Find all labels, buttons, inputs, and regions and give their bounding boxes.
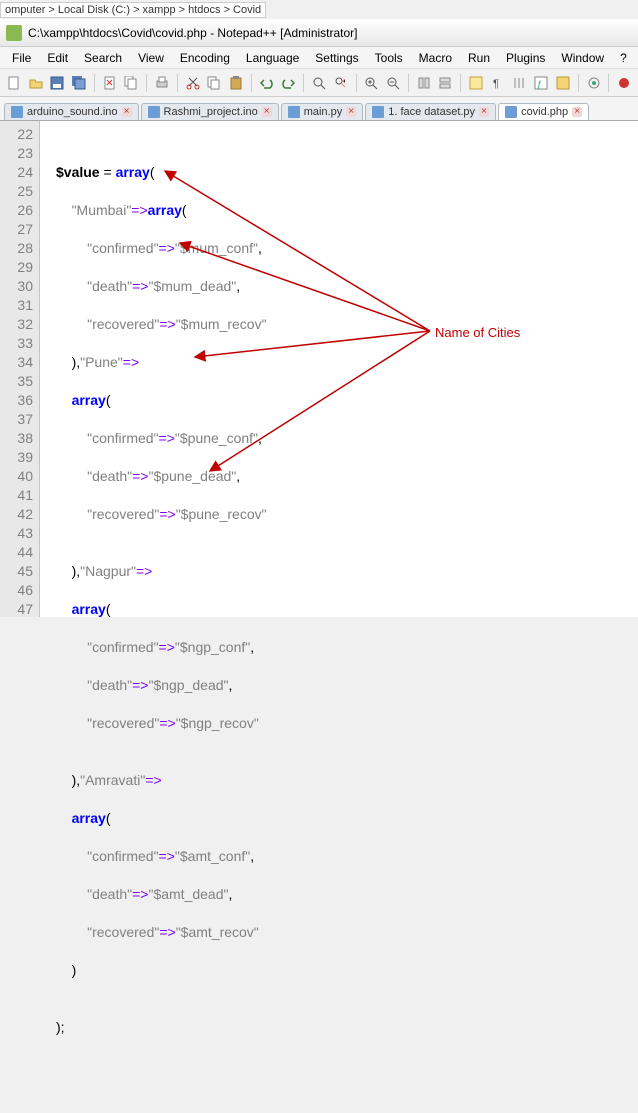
tab-face-dataset[interactable]: 1. face dataset.py × — [365, 103, 496, 120]
redo-icon[interactable] — [279, 73, 299, 93]
menu-view[interactable]: View — [130, 49, 172, 67]
tab-arduino-sound[interactable]: arduino_sound.ino × — [4, 103, 139, 120]
close-icon[interactable] — [100, 73, 120, 93]
print-icon[interactable] — [152, 73, 172, 93]
tab-rashmi-project[interactable]: Rashmi_project.ino × — [141, 103, 279, 120]
menu-window[interactable]: Window — [553, 49, 612, 67]
code-content[interactable]: $value = array( "Mumbai"=>array( "confir… — [40, 121, 638, 617]
tab-label: main.py — [304, 106, 343, 118]
replace-icon[interactable] — [331, 73, 351, 93]
close-all-icon[interactable] — [121, 73, 141, 93]
menu-edit[interactable]: Edit — [39, 49, 76, 67]
paste-icon[interactable] — [226, 73, 246, 93]
open-file-icon[interactable] — [26, 73, 46, 93]
new-file-icon[interactable] — [4, 73, 24, 93]
wordwrap-icon[interactable] — [466, 73, 486, 93]
tab-label: Rashmi_project.ino — [164, 106, 258, 118]
zoom-in-icon[interactable] — [362, 73, 382, 93]
tab-covid-php[interactable]: covid.php × — [498, 103, 589, 120]
tab-close-icon[interactable]: × — [262, 107, 272, 117]
tab-label: arduino_sound.ino — [27, 106, 118, 118]
tab-label: 1. face dataset.py — [388, 106, 475, 118]
window-title: C:\xampp\htdocs\Covid\covid.php - Notepa… — [28, 26, 358, 40]
find-icon[interactable] — [309, 73, 329, 93]
tab-close-icon[interactable]: × — [479, 107, 489, 117]
cut-icon[interactable] — [183, 73, 203, 93]
zoom-out-icon[interactable] — [383, 73, 403, 93]
lang-icon[interactable]: ƒ — [531, 73, 551, 93]
tab-close-icon[interactable]: × — [122, 107, 132, 117]
menu-plugins[interactable]: Plugins — [498, 49, 553, 67]
tab-close-icon[interactable]: × — [572, 107, 582, 117]
menu-macro[interactable]: Macro — [411, 49, 460, 67]
menu-tools[interactable]: Tools — [367, 49, 411, 67]
menu-encoding[interactable]: Encoding — [172, 49, 238, 67]
app-icon — [6, 25, 22, 41]
toolbar: ¶ ƒ — [0, 69, 638, 97]
menu-run[interactable]: Run — [460, 49, 498, 67]
path-breadcrumb: omputer > Local Disk (C:) > xampp > htdo… — [0, 2, 266, 18]
record-icon[interactable] — [614, 73, 634, 93]
monitor-icon[interactable] — [584, 73, 604, 93]
tab-close-icon[interactable]: × — [346, 107, 356, 117]
undo-icon[interactable] — [257, 73, 277, 93]
menu-settings[interactable]: Settings — [307, 49, 366, 67]
file-icon — [372, 106, 384, 118]
doc-map-icon[interactable] — [553, 73, 573, 93]
tab-main-py[interactable]: main.py× — [281, 103, 364, 120]
menu-bar: File Edit Search View Encoding Language … — [0, 47, 638, 69]
tab-label: covid.php — [521, 106, 568, 118]
allchars-icon[interactable]: ¶ — [488, 73, 508, 93]
save-all-icon[interactable] — [69, 73, 89, 93]
copy-icon[interactable] — [204, 73, 224, 93]
window-titlebar: C:\xampp\htdocs\Covid\covid.php - Notepa… — [0, 19, 638, 47]
file-icon — [505, 106, 517, 118]
svg-text:¶: ¶ — [493, 78, 499, 90]
save-icon[interactable] — [47, 73, 67, 93]
sync-h-icon[interactable] — [436, 73, 456, 93]
file-icon — [288, 106, 300, 118]
file-icon — [148, 106, 160, 118]
tab-bar: arduino_sound.ino × Rashmi_project.ino × m… — [0, 97, 638, 121]
menu-file[interactable]: File — [4, 49, 39, 67]
sync-v-icon[interactable] — [414, 73, 434, 93]
menu-language[interactable]: Language — [238, 49, 307, 67]
annotation-label: Name of Cities — [435, 323, 520, 342]
indent-guide-icon[interactable] — [510, 73, 530, 93]
menu-help[interactable]: ? — [612, 49, 635, 67]
menu-search[interactable]: Search — [76, 49, 130, 67]
editor-area[interactable]: 2223242526272829303132333435363738394041… — [0, 121, 638, 617]
file-icon — [11, 106, 23, 118]
line-number-gutter: 2223242526272829303132333435363738394041… — [0, 121, 40, 617]
svg-text:ƒ: ƒ — [537, 79, 542, 89]
